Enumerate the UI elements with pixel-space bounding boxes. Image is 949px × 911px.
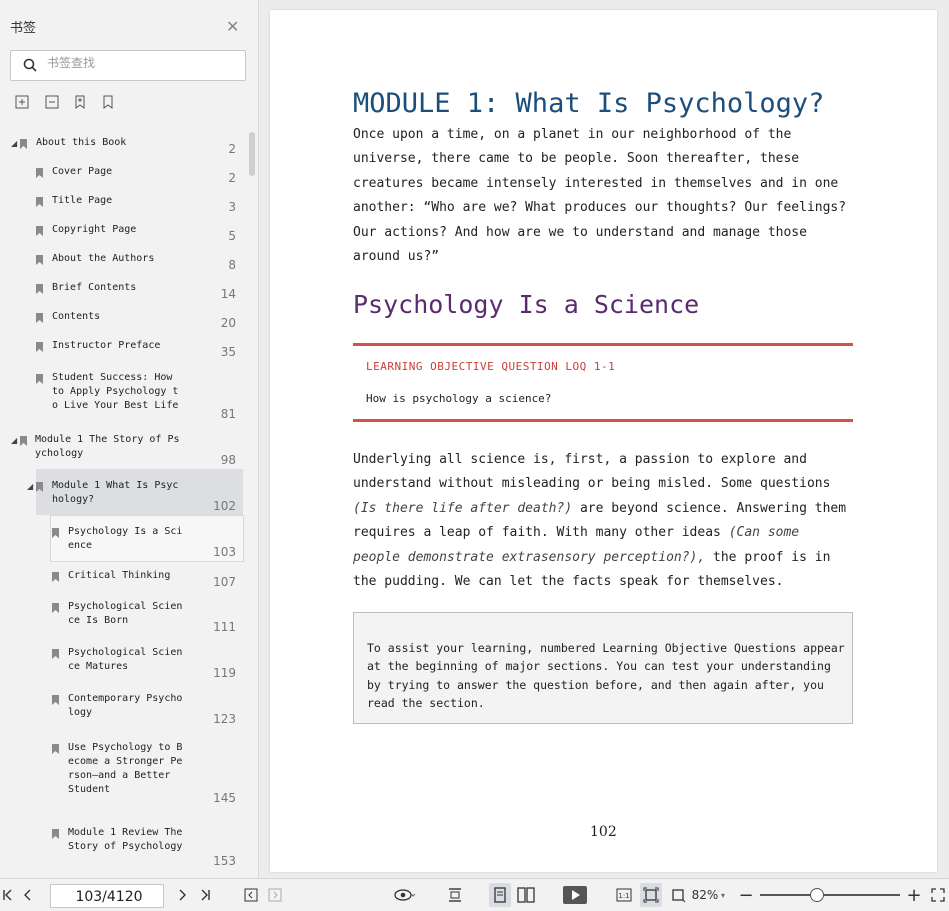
module-heading: MODULE 1: What Is Psychology? (353, 88, 825, 119)
intro-paragraph: Once upon a time, on a planet in our nei… (353, 127, 847, 265)
loq-label: LEARNING OBJECTIVE QUESTION LOQ 1-1 (366, 360, 616, 373)
svg-text:1:1: 1:1 (618, 892, 629, 900)
page-input[interactable] (51, 885, 167, 909)
bookmark-icon (36, 226, 43, 236)
last-page-icon[interactable] (197, 879, 213, 911)
fit-page-icon[interactable] (640, 883, 662, 907)
bookmark-icon (36, 168, 43, 178)
bookmark-search-input[interactable] (45, 55, 239, 71)
bookmark-icon[interactable] (100, 94, 118, 112)
bookmark-icon (36, 255, 43, 265)
loq-bottom-rule (353, 419, 853, 422)
bookmark-icon (20, 139, 27, 149)
loq-question: How is psychology a science? (366, 392, 552, 405)
zoom-out-icon[interactable]: − (738, 879, 754, 911)
forward-icon[interactable] (266, 879, 284, 911)
science-paragraph: Underlying all science is, first, a pass… (353, 452, 847, 590)
sidebar-scrollbar[interactable] (249, 132, 255, 176)
fit-height-icon[interactable] (445, 879, 465, 911)
learning-note-text: To assist your learning, numbered Learni… (367, 641, 845, 710)
rotate-icon[interactable] (668, 879, 688, 911)
first-page-icon[interactable] (0, 879, 16, 911)
page-input-box[interactable] (50, 884, 167, 909)
add-bookmark-icon[interactable] (72, 94, 90, 112)
actual-size-icon[interactable]: 1:1 (614, 879, 634, 911)
bottom-toolbar: 1:1 82% ▾ − + (0, 878, 949, 911)
bookmark-icon (36, 342, 43, 352)
zoom-slider-track[interactable] (760, 894, 900, 896)
bookmark-icon (20, 436, 27, 446)
fullscreen-icon[interactable] (929, 879, 947, 911)
bookmark-icon (36, 374, 43, 384)
bookmark-icon (52, 649, 59, 659)
bookmark-icon (52, 572, 59, 582)
single-page-icon[interactable] (489, 883, 511, 907)
bookmark-icon (36, 313, 43, 323)
section-heading: Psychology Is a Science (353, 290, 700, 319)
zoom-level[interactable]: 82% (690, 879, 720, 911)
prev-page-icon[interactable] (20, 879, 36, 911)
zoom-slider-handle[interactable] (810, 888, 824, 902)
close-icon[interactable]: ✕ (226, 17, 239, 36)
slideshow-icon[interactable] (562, 879, 588, 911)
bookmark-icon (52, 829, 59, 839)
bookmark-search-box[interactable] (10, 50, 246, 81)
back-icon[interactable] (242, 879, 260, 911)
zoom-in-icon[interactable]: + (906, 879, 922, 911)
page-number: 102 (590, 824, 617, 840)
bookmark-icon (52, 603, 59, 613)
expand-arrow-icon[interactable]: ◢ (27, 482, 33, 491)
loq-top-rule (353, 343, 853, 346)
two-page-icon[interactable] (515, 879, 537, 911)
document-page: MODULE 1: What Is Psychology? Once upon … (270, 10, 937, 872)
panel-title: 书签 (10, 21, 37, 36)
read-mode-icon[interactable] (392, 879, 418, 911)
collapse-all-icon[interactable] (44, 94, 62, 112)
zoom-dropdown-icon[interactable]: ▾ (718, 879, 728, 911)
learning-note-box: To assist your learning, numbered Learni… (353, 612, 853, 724)
bookmark-icon (36, 197, 43, 207)
expand-arrow-icon[interactable]: ◢ (11, 436, 17, 445)
search-icon (23, 58, 37, 72)
bookmark-icon (36, 284, 43, 294)
bookmark-icon (52, 744, 59, 754)
expand-all-icon[interactable] (14, 94, 32, 112)
bookmark-icon (52, 695, 59, 705)
bookmarks-panel: 书签 ✕ ◢ About this Book 2 Cover Page 2 Ti… (0, 0, 259, 878)
next-page-icon[interactable] (174, 879, 190, 911)
expand-arrow-icon[interactable]: ◢ (11, 139, 17, 148)
